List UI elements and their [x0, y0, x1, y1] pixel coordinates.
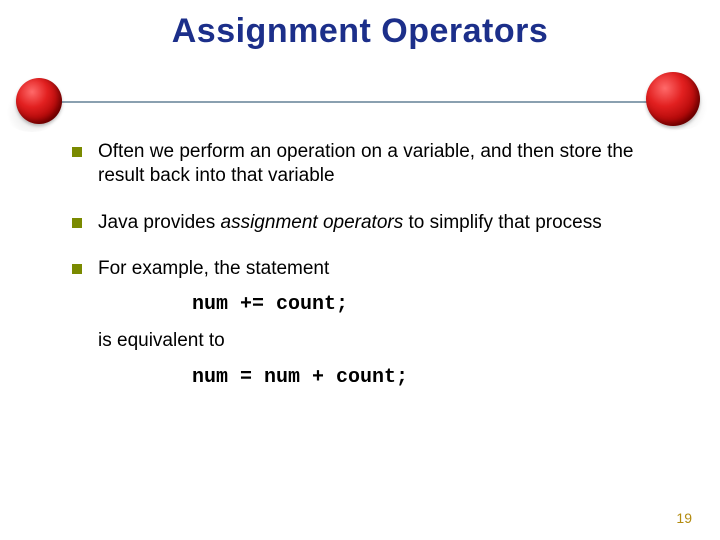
red-ball-icon: [646, 72, 700, 126]
red-ball-icon: [16, 78, 62, 124]
bullet-text: For example, the statement: [98, 257, 660, 281]
bullet-icon: [72, 147, 82, 157]
list-item: Often we perform an operation on a varia…: [72, 140, 660, 189]
text: For example, the statement: [98, 258, 329, 279]
text-italic: assignment operators: [221, 212, 404, 233]
equivalence-text: is equivalent to: [98, 330, 660, 352]
code-example-2: num = num + count;: [192, 366, 660, 389]
page-title: Assignment Operators: [40, 12, 680, 51]
text: Often we perform an operation on a varia…: [98, 141, 634, 186]
divider: [0, 98, 720, 106]
bullet-text: Java provides assignment operators to si…: [98, 211, 660, 235]
divider-line: [50, 101, 670, 103]
bullet-text: Often we perform an operation on a varia…: [98, 140, 660, 189]
bullet-icon: [72, 218, 82, 228]
content-area: Often we perform an operation on a varia…: [72, 140, 660, 403]
bullet-icon: [72, 264, 82, 274]
text: Java provides: [98, 212, 221, 233]
list-item: For example, the statement: [72, 257, 660, 281]
list-item: Java provides assignment operators to si…: [72, 211, 660, 235]
slide: Assignment Operators Often we perform an…: [0, 0, 720, 540]
code-example-1: num += count;: [192, 293, 660, 316]
text: to simplify that process: [403, 212, 602, 233]
page-number: 19: [676, 510, 692, 526]
